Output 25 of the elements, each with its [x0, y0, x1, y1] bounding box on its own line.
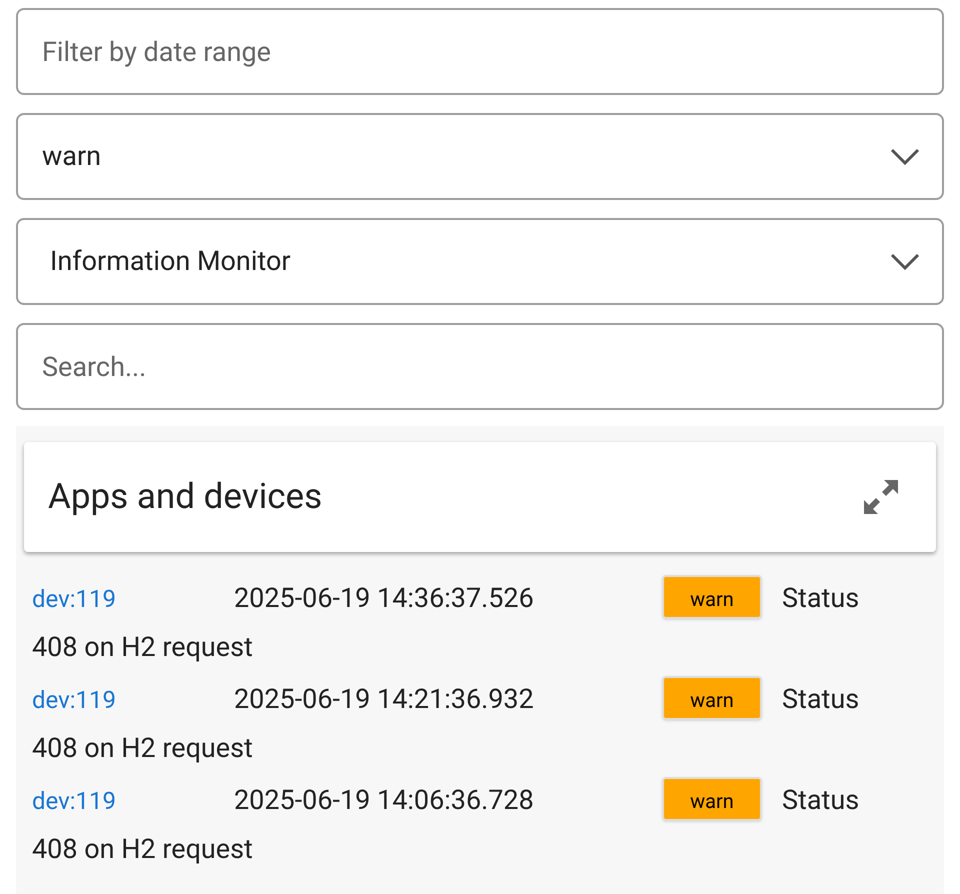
level-badge: warn [662, 776, 762, 821]
dropdown-value: Information Monitor [50, 244, 291, 280]
chevron-down-icon [890, 252, 920, 270]
dropdown-value: warn [42, 139, 102, 174]
search-field[interactable]: Search... [16, 323, 944, 410]
level-dropdown[interactable]: warn [16, 113, 944, 200]
log-message-line: 408 on H2 request [32, 832, 254, 867]
log-message-line: Status [782, 784, 860, 816]
timestamp: 2025-06-19 14:21:36.932 [234, 682, 535, 717]
timestamp: 2025-06-19 14:06:36.728 [234, 783, 535, 818]
log-message-line: Status [782, 582, 860, 614]
level-badge: warn [662, 574, 762, 619]
log-message-line: 408 on H2 request [32, 630, 254, 665]
level-badge: warn [662, 676, 762, 720]
expand-icon[interactable] [862, 478, 900, 516]
device-link[interactable]: dev:119 [32, 777, 234, 825]
log-message-line: Status [782, 683, 860, 715]
panel-title: Apps and devices [48, 474, 322, 519]
source-dropdown[interactable]: Information Monitor [16, 218, 944, 305]
timestamp: 2025-06-19 14:36:37.526 [234, 581, 535, 616]
device-link[interactable]: dev:119 [32, 676, 234, 724]
device-link[interactable]: dev:119 [32, 575, 234, 623]
chevron-down-icon [890, 148, 920, 166]
date-range-field[interactable]: Filter by date range [16, 8, 944, 95]
log-message-line: 408 on H2 request [32, 731, 254, 766]
